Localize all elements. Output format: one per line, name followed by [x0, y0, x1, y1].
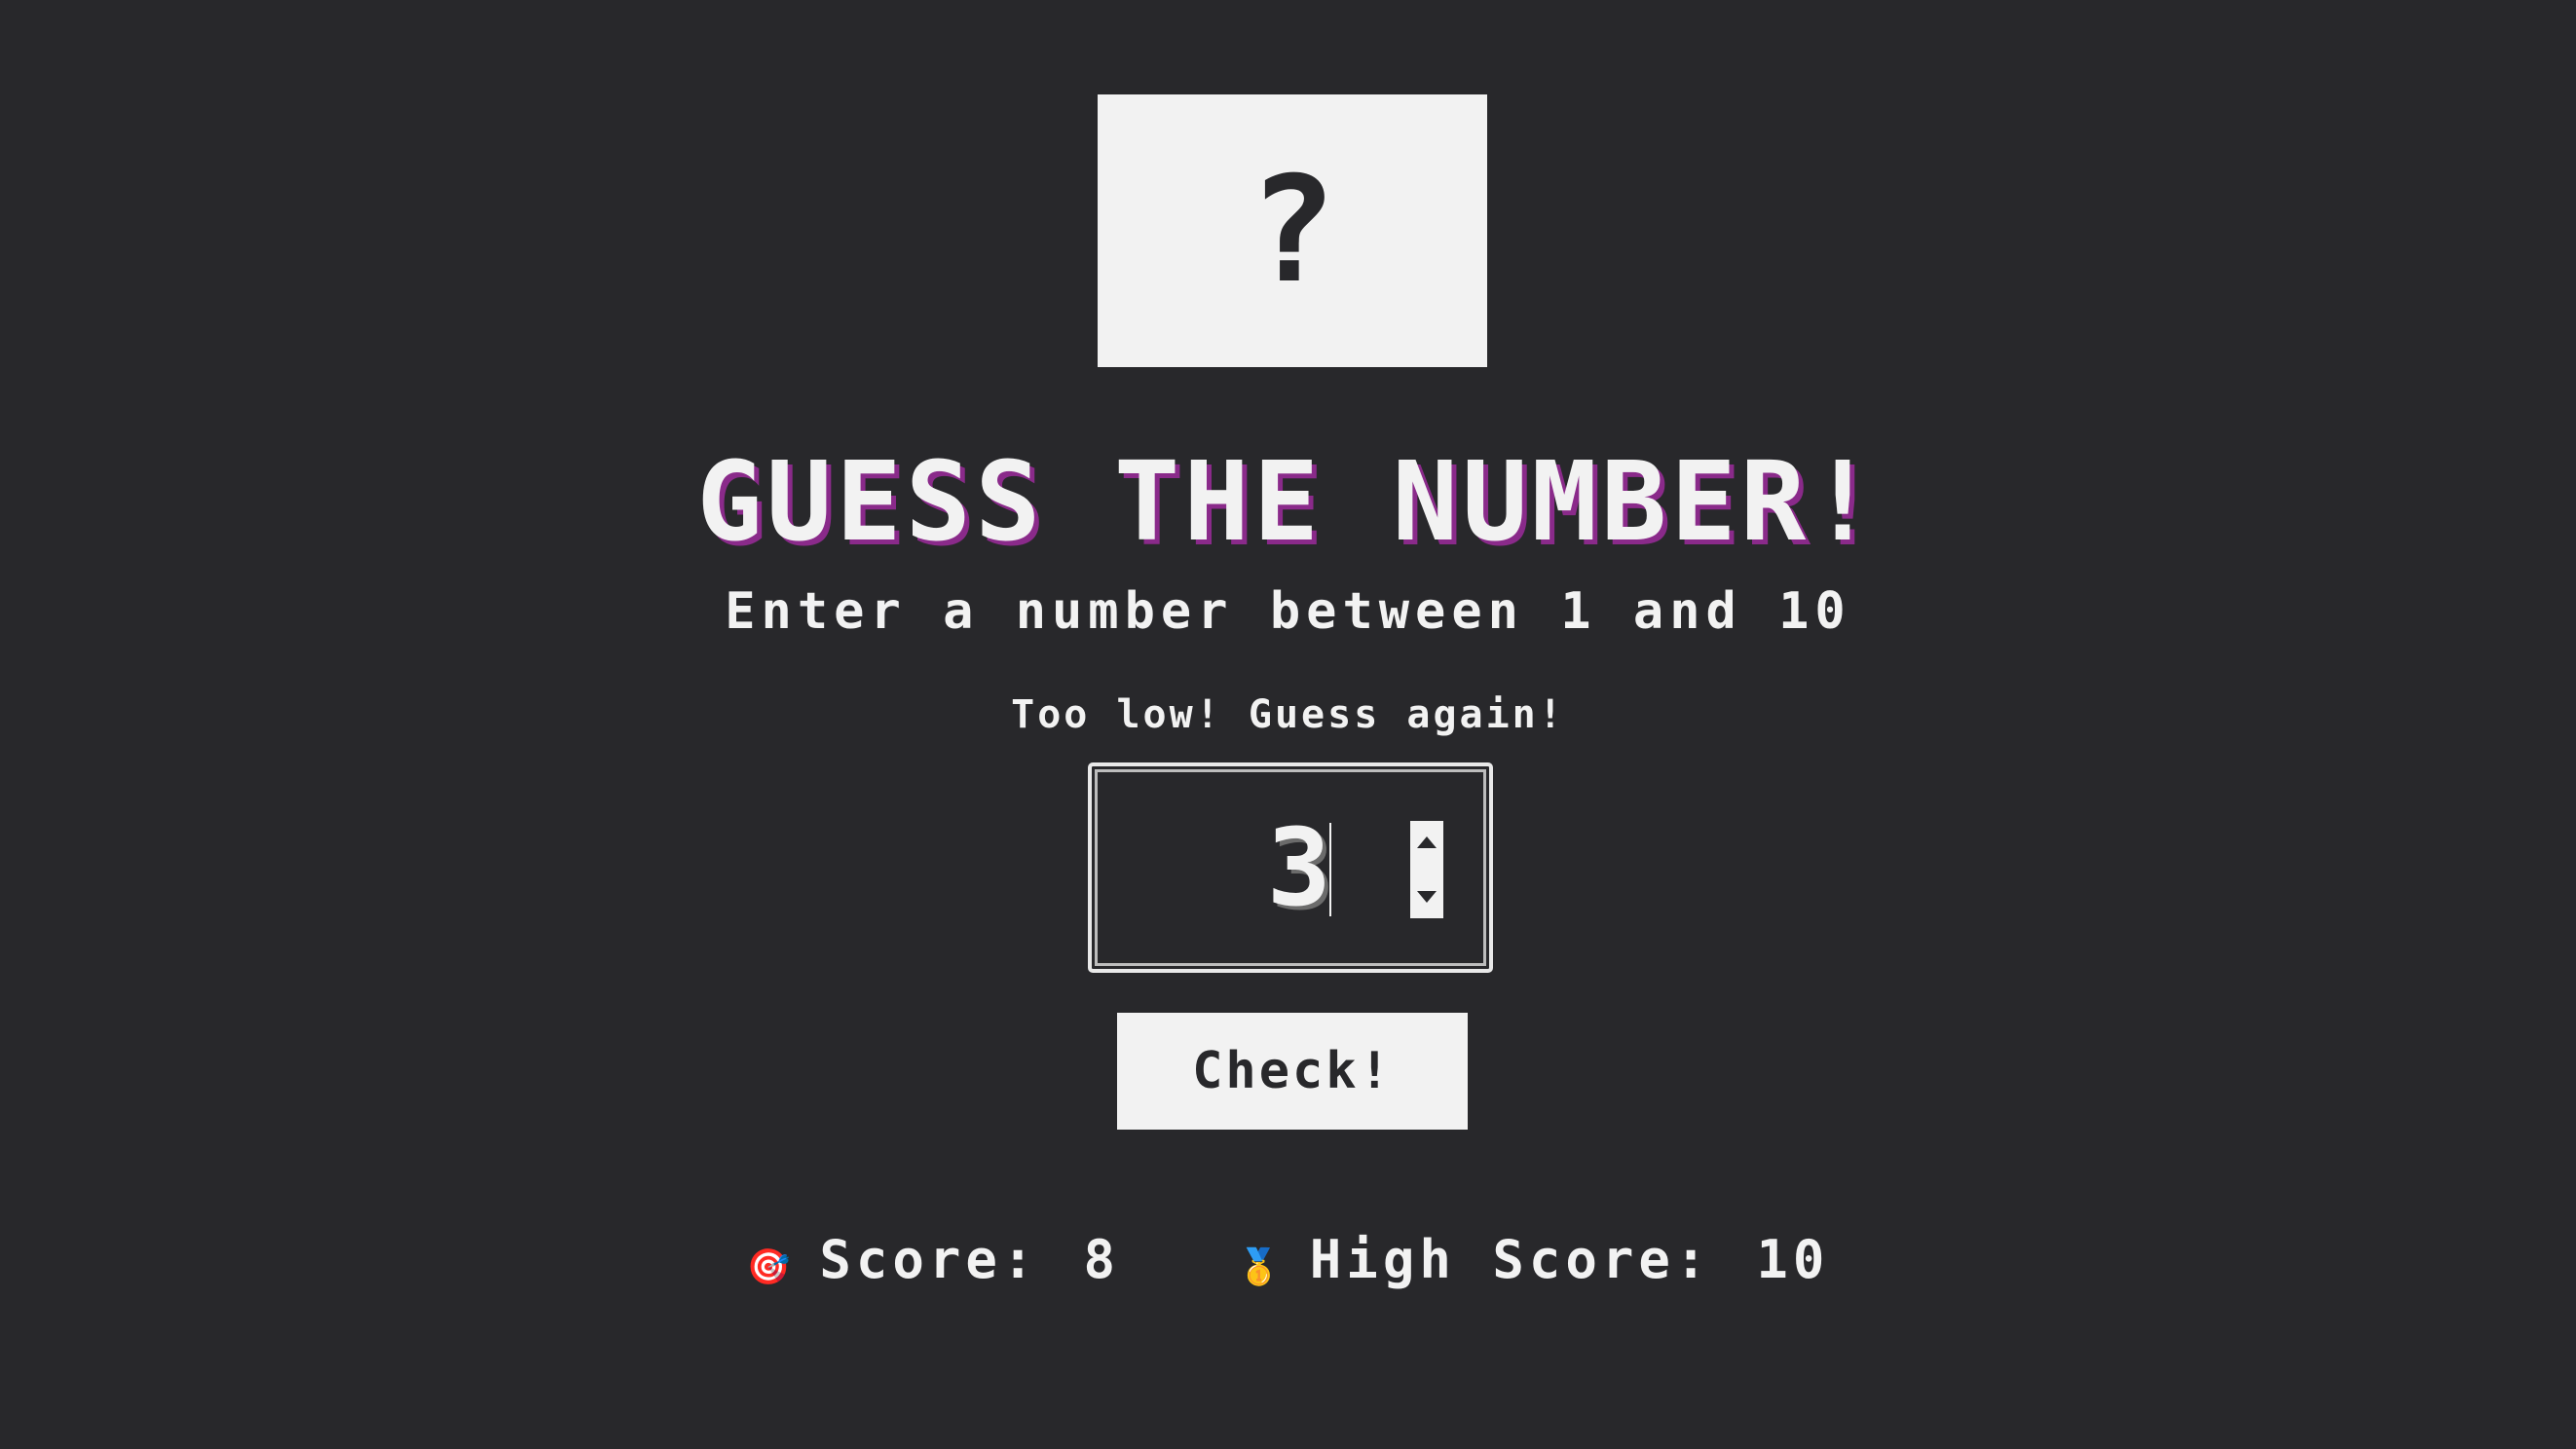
number-spinner[interactable] [1410, 821, 1443, 918]
text-caret [1329, 823, 1331, 916]
mystery-number-box: ? [1098, 94, 1487, 367]
page-title: GUESS THE NUMBER! [696, 439, 1880, 566]
high-score-label: High Score: [1309, 1229, 1712, 1290]
guess-value: 3 [1266, 805, 1331, 930]
spinner-down-icon[interactable] [1417, 891, 1437, 903]
score-label: Score: [819, 1229, 1039, 1290]
guess-input[interactable]: 3 [1088, 762, 1493, 973]
score-bar: 🎯 Score: 8 🥇 High Score: 10 [0, 1229, 2576, 1290]
target-icon: 🎯 [746, 1246, 791, 1287]
medal-icon: 🥇 [1236, 1246, 1281, 1287]
score-value: 8 [1083, 1229, 1120, 1290]
high-score: 🥇 High Score: 10 [1237, 1229, 1829, 1290]
score: 🎯 Score: 8 [747, 1229, 1120, 1290]
instructions: Enter a number between 1 and 10 [725, 582, 1851, 641]
feedback-message: Too low! Guess again! [1011, 692, 1565, 737]
check-button[interactable]: Check! [1117, 1013, 1468, 1130]
high-score-value: 10 [1756, 1229, 1830, 1290]
mystery-number: ? [1248, 146, 1337, 316]
spinner-up-icon[interactable] [1417, 836, 1437, 848]
